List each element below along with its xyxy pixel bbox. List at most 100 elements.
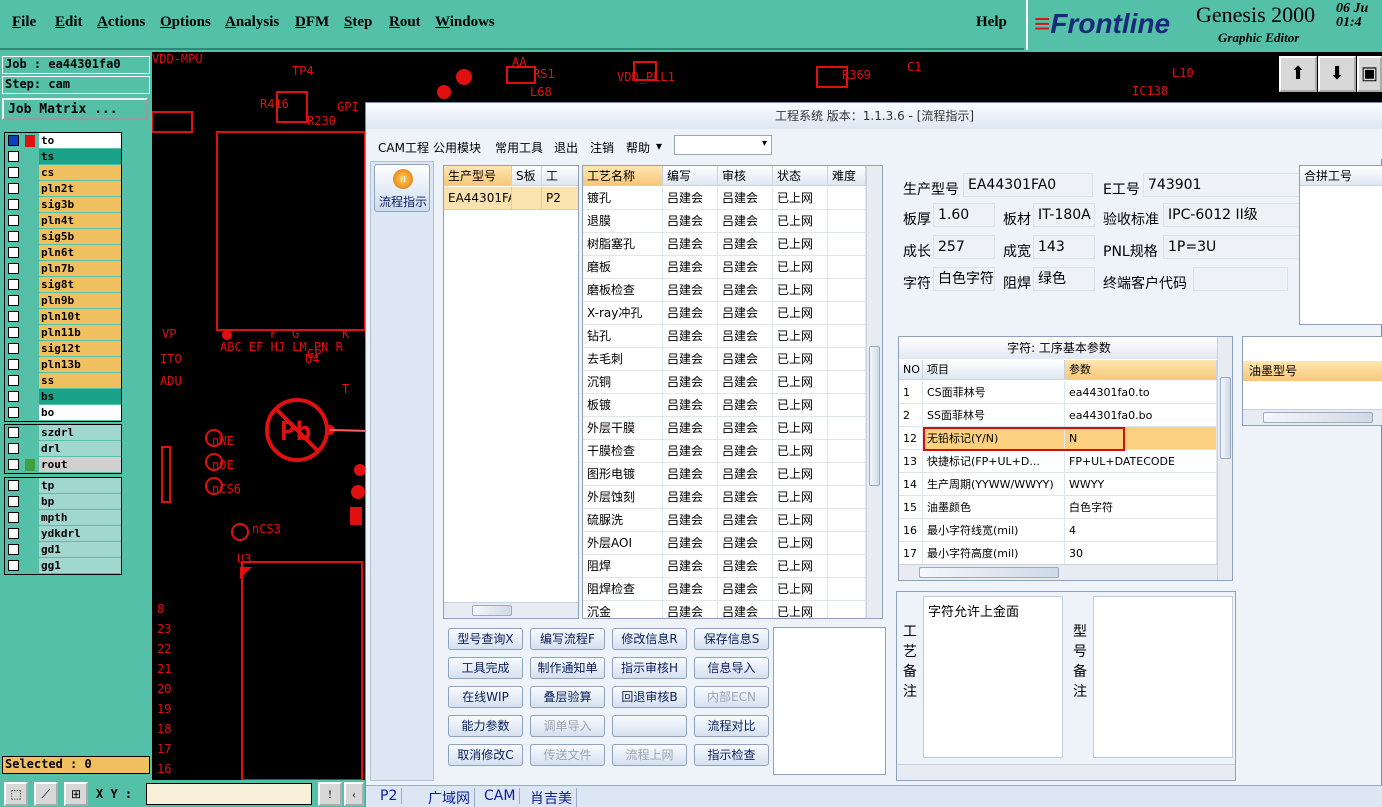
mouse-icon[interactable]: ‹ bbox=[344, 782, 364, 806]
process-cell[interactable]: 吕建会 bbox=[718, 279, 773, 302]
info-field-len[interactable]: 257 bbox=[933, 235, 995, 259]
layer-checkbox[interactable] bbox=[8, 407, 19, 418]
layer-row-drl[interactable]: drl bbox=[5, 441, 121, 457]
menu-file[interactable]: File bbox=[12, 14, 36, 31]
window-icon[interactable]: ▣ bbox=[1357, 56, 1382, 92]
layer-row-bo[interactable]: bo bbox=[5, 405, 121, 421]
process-cell[interactable] bbox=[828, 578, 866, 601]
layer-name[interactable]: szdrl bbox=[39, 425, 121, 440]
layer-name[interactable]: pln2t bbox=[39, 181, 121, 196]
process-cell[interactable] bbox=[828, 417, 866, 440]
layer-checkbox[interactable] bbox=[8, 496, 19, 507]
process-cell[interactable]: 吕建会 bbox=[663, 601, 718, 618]
zoom-icon[interactable]: ⬚ bbox=[4, 782, 28, 806]
process-cell[interactable] bbox=[828, 601, 866, 618]
process-cell[interactable]: 已上网 bbox=[773, 578, 828, 601]
layer-row-sig3b[interactable]: sig3b bbox=[5, 197, 121, 213]
layer-row-rout[interactable]: rout bbox=[5, 457, 121, 473]
param-cell[interactable]: 14 bbox=[899, 473, 923, 496]
layer-name[interactable]: tp bbox=[39, 478, 121, 493]
layer-row-sig5b[interactable]: sig5b bbox=[5, 229, 121, 245]
action-button[interactable]: 保存信息S bbox=[694, 628, 769, 650]
layer-row-pln10t[interactable]: pln10t bbox=[5, 309, 121, 325]
info-field-eno[interactable]: 743901 bbox=[1143, 173, 1313, 197]
action-button[interactable]: 能力参数 bbox=[448, 715, 523, 737]
process-header[interactable]: 难度 bbox=[828, 166, 866, 186]
action-button[interactable] bbox=[612, 715, 687, 737]
layer-name[interactable]: pln13b bbox=[39, 357, 121, 372]
process-cell[interactable]: 吕建会 bbox=[663, 509, 718, 532]
action-button[interactable]: 型号查询X bbox=[448, 628, 523, 650]
job-matrix-button[interactable]: Job Matrix ... bbox=[2, 98, 148, 120]
process-cell[interactable]: 板镀 bbox=[583, 394, 663, 417]
layer-checkbox[interactable] bbox=[8, 311, 19, 322]
param-header[interactable]: NO bbox=[899, 360, 923, 380]
param-cell[interactable]: 白色字符 bbox=[1065, 496, 1217, 519]
process-cell[interactable]: 吕建会 bbox=[663, 532, 718, 555]
info-field-std[interactable]: IPC-6012 II级 bbox=[1163, 203, 1313, 227]
process-cell[interactable]: 已上网 bbox=[773, 486, 828, 509]
layer-name[interactable]: sig5b bbox=[39, 229, 121, 244]
layer-row-bs[interactable]: bs bbox=[5, 389, 121, 405]
process-cell[interactable]: 吕建会 bbox=[718, 325, 773, 348]
layer-row-ydkdrl[interactable]: ydkdrl bbox=[5, 526, 121, 542]
action-button[interactable]: 叠层验算 bbox=[530, 686, 605, 708]
info-field-model[interactable]: EA44301FA0 bbox=[963, 173, 1093, 197]
process-cell[interactable]: X-ray冲孔 bbox=[583, 302, 663, 325]
process-cell[interactable]: 已上网 bbox=[773, 325, 828, 348]
process-cell[interactable]: 图形电镀 bbox=[583, 463, 663, 486]
process-cell[interactable]: 已上网 bbox=[773, 187, 828, 210]
process-table[interactable]: 工艺名称 编写 审核 状态 难度 镀孔 吕建会 吕建会 已上网 退膜 吕建会 吕建会 已上网 树脂塞孔 吕建… bbox=[582, 165, 883, 619]
merge-list[interactable]: 合拼工号 bbox=[1299, 165, 1382, 325]
process-cell[interactable]: 吕建会 bbox=[718, 256, 773, 279]
process-header[interactable]: 工艺名称 bbox=[583, 166, 663, 186]
process-cell[interactable]: 已上网 bbox=[773, 256, 828, 279]
layer-checkbox[interactable] bbox=[8, 279, 19, 290]
process-cell[interactable] bbox=[828, 325, 866, 348]
layer-row-pln4t[interactable]: pln4t bbox=[5, 213, 121, 229]
layer-row-pln7b[interactable]: pln7b bbox=[5, 261, 121, 277]
process-cell[interactable]: 磨板检查 bbox=[583, 279, 663, 302]
process-cell[interactable]: 磨板 bbox=[583, 256, 663, 279]
process-cell[interactable]: 吕建会 bbox=[718, 463, 773, 486]
process-cell[interactable] bbox=[828, 463, 866, 486]
process-cell[interactable] bbox=[828, 210, 866, 233]
layer-row-pln13b[interactable]: pln13b bbox=[5, 357, 121, 373]
layer-checkbox[interactable] bbox=[8, 443, 19, 454]
model-cell[interactable]: EA44301FA0 bbox=[444, 187, 512, 210]
layer-name[interactable]: pln10t bbox=[39, 309, 121, 324]
layer-name[interactable]: pln9b bbox=[39, 293, 121, 308]
process-cell[interactable]: 硫脲洗 bbox=[583, 509, 663, 532]
ink-list[interactable]: 油墨型号 bbox=[1242, 336, 1382, 426]
layer-row-ss[interactable]: ss bbox=[5, 373, 121, 389]
layer-checkbox[interactable] bbox=[8, 183, 19, 194]
action-button[interactable]: 流程对比 bbox=[694, 715, 769, 737]
process-cell[interactable]: 吕建会 bbox=[663, 394, 718, 417]
layer-row-pln6t[interactable]: pln6t bbox=[5, 245, 121, 261]
process-header[interactable]: 状态 bbox=[773, 166, 828, 186]
param-cell[interactable]: 快捷标记(FP+UL+D... bbox=[923, 450, 1065, 473]
layer-checkbox[interactable] bbox=[8, 263, 19, 274]
info-field-mat[interactable]: IT-180A bbox=[1033, 203, 1095, 227]
param-cell[interactable]: WWYY bbox=[1065, 473, 1217, 496]
process-cell[interactable]: 吕建会 bbox=[663, 233, 718, 256]
layer-name[interactable]: gg1 bbox=[39, 558, 121, 573]
scroll-thumb[interactable] bbox=[472, 605, 512, 616]
layer-row-bp[interactable]: bp bbox=[5, 494, 121, 510]
menu-edit[interactable]: Edit bbox=[55, 14, 83, 31]
param-cell[interactable]: 1 bbox=[899, 381, 923, 404]
model-header[interactable]: 生产型号 bbox=[444, 166, 512, 186]
action-button[interactable]: 编写流程F bbox=[530, 628, 605, 650]
param-cell[interactable]: FP+UL+DATECODE bbox=[1065, 450, 1217, 473]
layer-row-gg1[interactable]: gg1 bbox=[5, 558, 121, 574]
process-cell[interactable] bbox=[828, 486, 866, 509]
param-hscrollbar[interactable] bbox=[899, 564, 1217, 580]
notes-scrollbar[interactable] bbox=[897, 764, 1235, 780]
param-cell[interactable]: SS面菲林号 bbox=[923, 404, 1065, 427]
layer-row-cs[interactable]: cs bbox=[5, 165, 121, 181]
param-cell[interactable]: ea44301fa0.bo bbox=[1065, 404, 1217, 427]
process-cell[interactable]: 吕建会 bbox=[718, 187, 773, 210]
scroll-thumb[interactable] bbox=[1220, 377, 1231, 459]
layer-name[interactable]: bs bbox=[39, 389, 121, 404]
process-cell[interactable]: 已上网 bbox=[773, 302, 828, 325]
